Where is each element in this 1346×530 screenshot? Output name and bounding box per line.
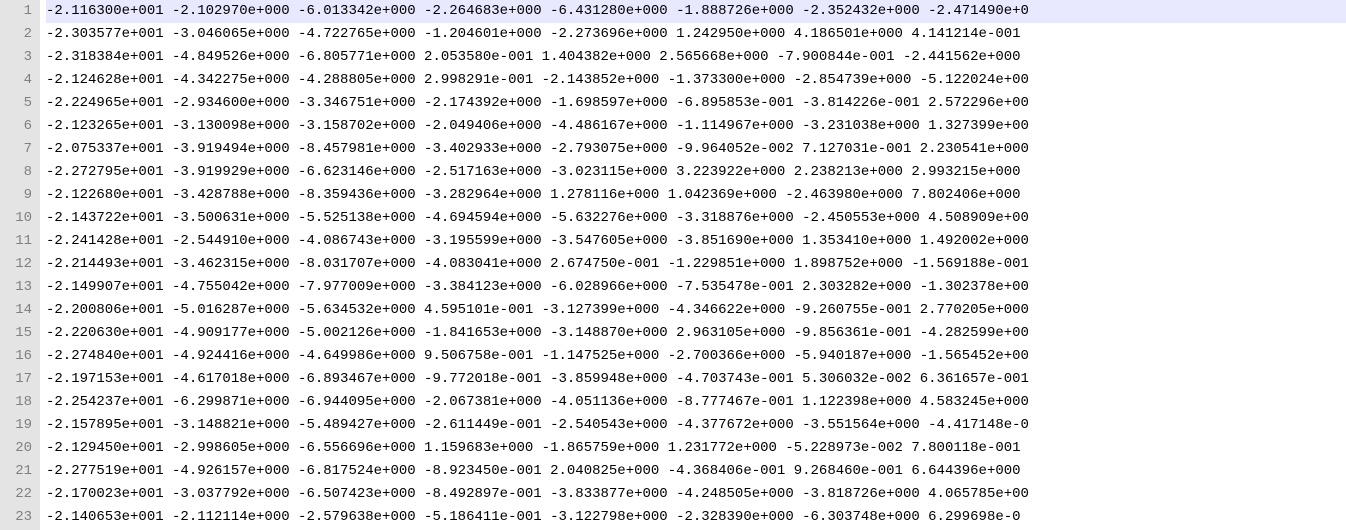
text-line[interactable]: -2.277519e+001 -4.926157e+000 -6.817524e…	[46, 460, 1346, 483]
text-line[interactable]: -2.129450e+001 -2.998605e+000 -6.556696e…	[46, 437, 1346, 460]
text-line[interactable]: -2.170023e+001 -3.037792e+000 -6.507423e…	[46, 483, 1346, 506]
line-number: 9	[4, 184, 32, 207]
line-number: 23	[4, 506, 32, 529]
text-line[interactable]: -2.116300e+001 -2.102970e+000 -6.013342e…	[46, 0, 1346, 23]
text-line[interactable]: -2.143722e+001 -3.500631e+000 -5.525138e…	[46, 207, 1346, 230]
line-number: 5	[4, 92, 32, 115]
line-number: 13	[4, 276, 32, 299]
line-number: 17	[4, 368, 32, 391]
editor-content[interactable]: -2.116300e+001 -2.102970e+000 -6.013342e…	[40, 0, 1346, 530]
text-line[interactable]: -2.157895e+001 -3.148821e+000 -5.489427e…	[46, 414, 1346, 437]
text-line[interactable]: -2.224965e+001 -2.934600e+000 -3.346751e…	[46, 92, 1346, 115]
line-number: 15	[4, 322, 32, 345]
text-line[interactable]: -2.149907e+001 -4.755042e+000 -7.977009e…	[46, 276, 1346, 299]
line-number: 3	[4, 46, 32, 69]
line-number: 20	[4, 437, 32, 460]
text-line[interactable]: -2.241428e+001 -2.544910e+000 -4.086743e…	[46, 230, 1346, 253]
line-number: 7	[4, 138, 32, 161]
text-line[interactable]: -2.303577e+001 -3.046065e+000 -4.722765e…	[46, 23, 1346, 46]
text-line[interactable]: -2.272795e+001 -3.919929e+000 -6.623146e…	[46, 161, 1346, 184]
text-line[interactable]: -2.318384e+001 -4.849526e+000 -6.805771e…	[46, 46, 1346, 69]
text-editor[interactable]: 1234567891011121314151617181920212223 -2…	[0, 0, 1346, 530]
text-line[interactable]: -2.075337e+001 -3.919494e+000 -8.457981e…	[46, 138, 1346, 161]
line-number: 19	[4, 414, 32, 437]
line-number: 1	[4, 0, 32, 23]
line-number: 14	[4, 299, 32, 322]
line-number: 18	[4, 391, 32, 414]
line-number: 16	[4, 345, 32, 368]
text-line[interactable]: -2.274840e+001 -4.924416e+000 -4.649986e…	[46, 345, 1346, 368]
text-line[interactable]: -2.200806e+001 -5.016287e+000 -5.634532e…	[46, 299, 1346, 322]
line-number: 12	[4, 253, 32, 276]
text-line[interactable]: -2.197153e+001 -4.617018e+000 -6.893467e…	[46, 368, 1346, 391]
text-line[interactable]: -2.220630e+001 -4.909177e+000 -5.002126e…	[46, 322, 1346, 345]
line-number: 21	[4, 460, 32, 483]
text-line[interactable]: -2.140653e+001 -2.112114e+000 -2.579638e…	[46, 506, 1346, 529]
text-line[interactable]: -2.214493e+001 -3.462315e+000 -8.031707e…	[46, 253, 1346, 276]
text-line[interactable]: -2.122680e+001 -3.428788e+000 -8.359436e…	[46, 184, 1346, 207]
line-number: 2	[4, 23, 32, 46]
line-number-gutter: 1234567891011121314151617181920212223	[0, 0, 40, 530]
line-number: 22	[4, 483, 32, 506]
line-number: 6	[4, 115, 32, 138]
line-number: 4	[4, 69, 32, 92]
line-number: 10	[4, 207, 32, 230]
line-number: 11	[4, 230, 32, 253]
text-line[interactable]: -2.124628e+001 -4.342275e+000 -4.288805e…	[46, 69, 1346, 92]
text-line[interactable]: -2.254237e+001 -6.299871e+000 -6.944095e…	[46, 391, 1346, 414]
line-number: 8	[4, 161, 32, 184]
text-line[interactable]: -2.123265e+001 -3.130098e+000 -3.158702e…	[46, 115, 1346, 138]
